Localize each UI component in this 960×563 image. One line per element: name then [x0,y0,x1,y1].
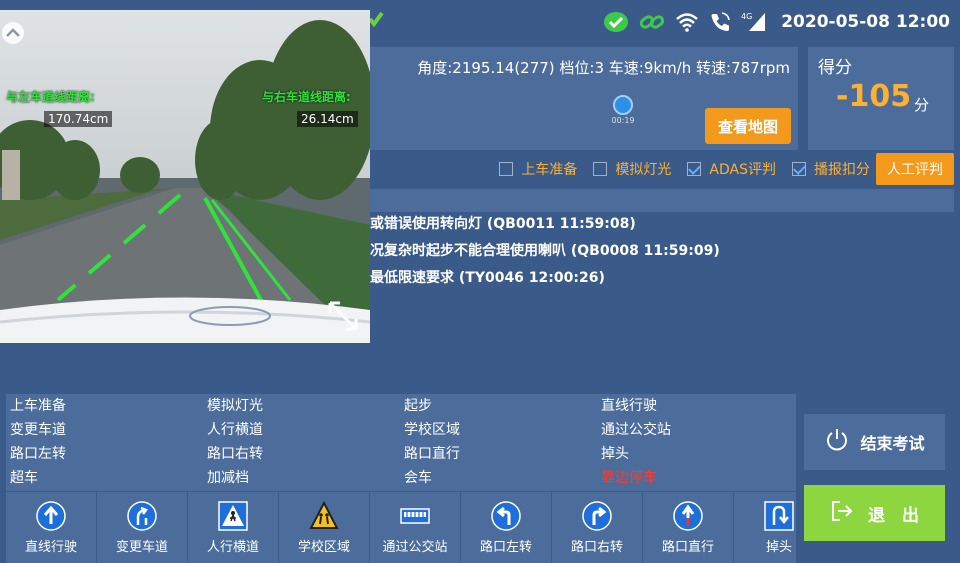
exam-item[interactable]: 路口左转 [10,442,207,466]
go-straight-icon [673,500,703,531]
u-turn-icon [764,500,794,531]
deduction-log: 或错误使用转向灯 (QB0011 11:59:08) 况复杂时起步不能合理使用喇… [370,216,720,297]
checkbox[interactable] [593,162,608,176]
exam-item[interactable]: 学校区域 [404,418,601,442]
straight-arrow-icon [36,500,66,531]
logout-icon [830,499,854,528]
exam-item[interactable]: 加减档 [207,466,404,490]
option-adas[interactable]: ADAS评判 [687,159,776,179]
exam-item[interactable]: 掉头 [601,442,798,466]
right-lane-distance: 26.14cm [297,111,358,127]
exit-button[interactable]: 退 出 [804,485,945,541]
wifi-icon [675,12,699,32]
exam-item[interactable]: 模拟灯光 [207,394,404,418]
expand-icon[interactable] [326,299,360,337]
log-entry: 或错误使用转向灯 (QB0011 11:59:08) [370,216,636,232]
playback-time: 00:19 [611,116,635,125]
checkbox[interactable] [687,162,702,176]
vehicle-status-line: 角度:2195.14(277) 档位:3 车速:9km/h 转速:787rpm [417,59,790,77]
exam-item-active[interactable]: 靠边停车 [601,466,798,490]
svg-text:4G: 4G [741,12,752,21]
option-boarding-prep[interactable]: 上车准备 [499,159,577,179]
right-lane-label: 与右车道线距离: [262,90,351,104]
quick-school-zone-button[interactable]: 学校区域 [279,492,369,563]
record-dot-icon [613,95,633,115]
option-row: 上车准备 模拟灯光 ADAS评判 播报扣分 人工评判 [499,153,954,185]
shield-check-icon [603,11,629,33]
exam-item[interactable]: 超车 [10,466,207,490]
exam-item[interactable]: 直线行驶 [601,394,798,418]
crosswalk-icon [218,500,248,531]
log-entry: 最低限速要求 (TY0046 12:00:26) [370,270,605,286]
exam-item[interactable]: 路口直行 [404,442,601,466]
left-lane-distance: 170.74cm [44,111,113,127]
score-panel: 得分 -105 分 [808,47,954,150]
camera-view[interactable]: 与左车道线距离: 170.74cm 与右车道线距离: 26.14cm [0,10,370,343]
left-lane-label: 与左车道线距离: [6,90,95,104]
playback-indicator[interactable]: 00:19 [610,95,636,125]
chevron-up-icon[interactable] [2,22,24,44]
quick-bus-stop-button[interactable]: 通过公交站 [370,492,460,563]
link-icon [639,11,665,33]
lane-change-icon [127,500,157,531]
turn-left-icon [491,500,521,531]
checkbox[interactable] [499,162,514,176]
road-scene [0,10,370,343]
divider-strip [370,189,954,212]
quick-go-straight-button[interactable]: 路口直行 [643,492,733,563]
exam-item[interactable]: 会车 [404,466,601,490]
exam-item[interactable]: 通过公交站 [601,418,798,442]
option-light-sim[interactable]: 模拟灯光 [593,159,671,179]
bus-stop-icon [400,501,430,531]
school-zone-icon [309,500,339,531]
quick-lane-change-button[interactable]: 变更车道 [97,492,187,563]
phone-icon [709,11,731,33]
exam-item[interactable]: 人行横道 [207,418,404,442]
end-exam-button[interactable]: 结束考试 [804,414,945,470]
score-unit: 分 [914,96,930,114]
quick-u-turn-button[interactable]: 掉头 [734,492,796,563]
exam-item[interactable]: 路口右转 [207,442,404,466]
datetime: 2020-05-08 12:00 [781,12,950,32]
score-label: 得分 [818,58,852,78]
manual-judge-button[interactable]: 人工评判 [876,153,954,185]
score-value: -105 [836,79,912,114]
view-map-button[interactable]: 查看地图 [705,108,791,144]
exam-item-grid: 上车准备 模拟灯光 起步 直线行驶 变更车道 人行横道 学校区域 通过公交站 路… [6,394,796,491]
quick-item-bar: 直线行驶 变更车道 人行横道 学校区域 通过公交站 路口左转 路口右转 路口直行… [6,492,796,563]
quick-turn-left-button[interactable]: 路口左转 [461,492,551,563]
quick-turn-right-button[interactable]: 路口右转 [552,492,642,563]
quick-straight-button[interactable]: 直线行驶 [6,492,96,563]
vehicle-info-panel: 角度:2195.14(277) 档位:3 车速:9km/h 转速:787rpm … [370,47,798,150]
turn-right-icon [582,500,612,531]
log-entry: 况复杂时起步不能合理使用喇叭 (QB0008 11:59:09) [370,243,720,259]
exam-item[interactable]: 变更车道 [10,418,207,442]
power-icon [824,427,850,457]
exam-item[interactable]: 上车准备 [10,394,207,418]
quick-crosswalk-button[interactable]: 人行横道 [188,492,278,563]
exam-item[interactable]: 起步 [404,394,601,418]
signal-icon: 4G [741,11,767,33]
status-bar: 4G 2020-05-08 12:00 [370,0,960,44]
checkbox[interactable] [792,162,806,176]
option-announce-deduction[interactable]: 播报扣分 [792,159,870,179]
